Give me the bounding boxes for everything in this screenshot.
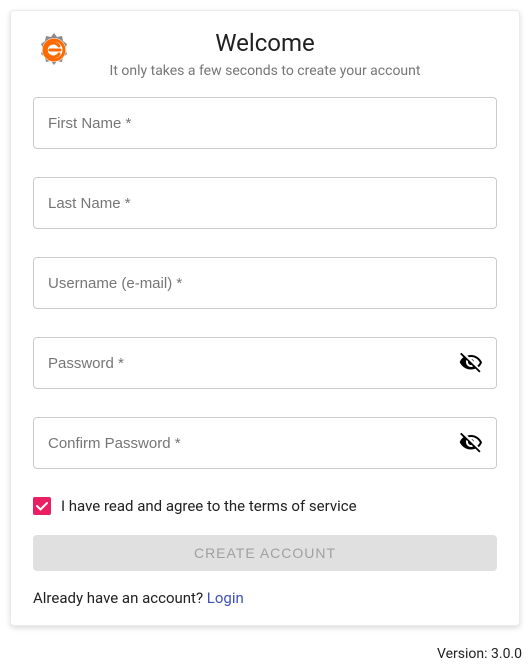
page-title: Welcome [33, 29, 497, 57]
terms-label: I have read and agree to the terms of se… [61, 497, 357, 515]
toggle-confirm-password-visibility-icon[interactable] [457, 429, 485, 457]
signup-card: Welcome It only takes a few seconds to c… [10, 10, 520, 626]
last-name-field-wrapper [33, 177, 497, 229]
confirm-password-field-wrapper [33, 417, 497, 469]
last-name-field[interactable] [33, 177, 497, 229]
app-logo [33, 29, 75, 75]
create-account-button[interactable]: CREATE ACCOUNT [33, 535, 497, 571]
login-prompt-text: Already have an account? [33, 589, 207, 607]
login-link[interactable]: Login [207, 589, 244, 607]
version-label: Version: 3.0.0 [437, 646, 522, 662]
toggle-password-visibility-icon[interactable] [457, 349, 485, 377]
gear-logo-icon [33, 29, 75, 71]
username-field[interactable] [33, 257, 497, 309]
checkmark-icon [35, 499, 49, 513]
password-field[interactable] [33, 337, 497, 389]
login-prompt: Already have an account? Login [33, 589, 497, 607]
terms-checkbox[interactable] [33, 497, 51, 515]
card-header: Welcome It only takes a few seconds to c… [33, 29, 497, 79]
page-subtitle: It only takes a few seconds to create yo… [33, 63, 497, 79]
first-name-field[interactable] [33, 97, 497, 149]
username-field-wrapper [33, 257, 497, 309]
first-name-field-wrapper [33, 97, 497, 149]
terms-row: I have read and agree to the terms of se… [33, 497, 497, 515]
confirm-password-field[interactable] [33, 417, 497, 469]
password-field-wrapper [33, 337, 497, 389]
